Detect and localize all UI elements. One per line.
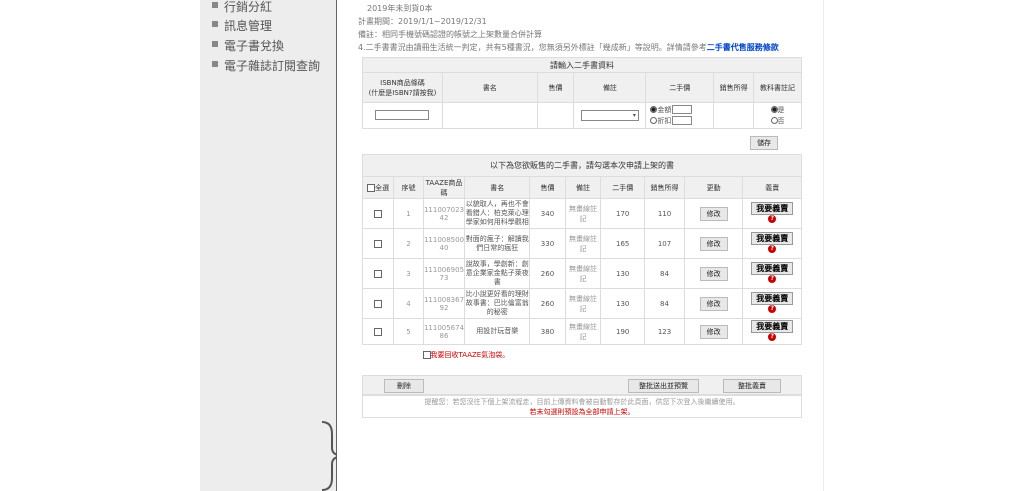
header-used-price: 二手價 [645,72,715,103]
header-edit: 更動 [683,176,744,199]
bullet-icon [212,41,218,47]
edit-button[interactable]: 修改 [699,324,728,339]
bullet-icon [212,21,218,27]
select-all-checkbox[interactable] [367,183,376,192]
listing-table: 以下為您欲販售的二手書，請勾選本次申請上架的書 全選 序號 TAAZE商品碼 書… [361,154,802,365]
edit-button[interactable]: 修改 [699,296,728,311]
terms-link[interactable]: 二手書代售服務條款 [707,43,779,52]
sidebar: 行銷分紅 訊息管理 電子書兌換 電子雜誌訂閱查詢 [202,0,336,491]
sell-button[interactable]: 我要義賣 [751,262,794,275]
edit-button[interactable]: 修改 [699,236,728,251]
recycle-label: 我要回收TAAZE氣泡袋。 [430,350,510,359]
header-income: 銷售所得 [713,72,755,103]
sell-button[interactable]: 我要義賣 [751,292,794,305]
header-no: 序號 [393,176,424,199]
table-row: 2 11100850040 對面的瘋子：解讀我們日常的瘋狂 330 無畫線註記 … [361,228,802,259]
header-isbn[interactable]: ISBN商品條碼 (什麼是ISBN?請按我) [362,72,443,103]
chevron-down-icon: ▾ [632,112,636,119]
table-row: 3 11100690573 說故事，學創新：創意企業家金點子萊夜書 260 無畫… [361,258,802,289]
info-condition: 4.二手書書況由讀冊生活統一判定，共有5種書況，您無須另外標註「幾成新」等說明。… [358,43,779,52]
row-checkbox[interactable] [374,299,383,308]
note-select[interactable]: ▾ [580,110,639,121]
help-icon[interactable]: ? [768,245,777,253]
reminder-red-text: 若未勾選則預設為全部申請上架。 [529,408,635,416]
row-checkbox[interactable] [374,209,383,218]
help-icon[interactable]: ? [768,215,777,223]
entry-form-table: 請輸入二手書資料 ISBN商品條碼 (什麼是ISBN?請按我) 書名 售價 備註… [362,57,802,129]
radio-textbook-yes[interactable] [770,106,778,113]
batch-submit-button[interactable]: 整批送出並預覽 [628,379,699,393]
header-name: 書名 [441,72,538,103]
sidebar-item-messages[interactable]: 訊息管理 [212,17,272,34]
radio-textbook-no[interactable] [770,117,778,124]
header-code: TAAZE商品碼 [422,176,466,199]
batch-sell-button[interactable]: 整批義賣 [723,379,781,393]
row-checkbox[interactable] [374,269,383,278]
header-sell: 義賣 [742,176,802,199]
entry-form-title: 請輸入二手書資料 [362,57,802,73]
action-bar: 刪除 整批送出並預覽 整批義賣 [362,375,802,395]
discount-input[interactable] [672,116,693,125]
reminder-box: 提醒您：若您沒往下個上架流程走，目前上傳資料會被自動暫存於此頁面，供您下次登入後… [362,395,802,418]
header-note: 備註 [573,72,647,103]
sidebar-item-ebook-redeem[interactable]: 電子書兌換 [212,37,284,54]
main-content: 2019年未到貨0本 計畫期間：2019/1/1~2019/12/31 備註：相… [337,0,823,491]
edit-button[interactable]: 修改 [699,206,728,221]
table-row: 4 11100836792 比小說更好看的理財故事書：巴比倫富翁的秘密 260 … [361,288,802,319]
header-note: 備註 [564,176,602,199]
help-icon[interactable]: ? [768,275,777,283]
info-period: 計畫期間：2019/1/1~2019/12/31 [358,17,487,26]
help-icon[interactable]: ? [768,305,777,313]
row-checkbox[interactable] [374,327,383,336]
row-checkbox[interactable] [374,239,383,248]
sidebar-item-emagazine[interactable]: 電子雜誌訂閱查詢 [212,57,320,74]
help-icon[interactable]: ? [768,333,777,341]
info-unarrived: 2019年未到貨0本 [367,4,433,13]
sell-button[interactable]: 我要義賣 [751,232,794,245]
bullet-icon [212,61,218,67]
save-button[interactable]: 儲存 [750,136,778,150]
header-income: 銷售所得 [644,176,685,199]
header-used-price: 二手價 [600,176,646,199]
amount-input[interactable] [672,105,693,114]
isbn-input[interactable] [375,109,430,120]
header-book-name: 書名 [464,176,531,199]
header-price: 售價 [529,176,566,199]
sell-button[interactable]: 我要義賣 [751,320,794,333]
table-row: 1 11100702342 以貌取人，再也不會看錯人：柏克萊心理學家如何用科學觀… [361,198,802,229]
recycle-checkbox[interactable] [422,350,431,359]
header-textbook: 教科書註記 [753,72,802,103]
info-note: 備註：相同手機號碼認證的帳號之上架數量合併計算 [358,30,542,39]
bullet-icon [212,2,218,8]
sidebar-item-marketing[interactable]: 行銷分紅 [212,0,272,15]
delete-button[interactable]: 刪除 [384,379,424,393]
listing-title: 以下為您欲販售的二手書，請勾選本次申請上架的書 [362,154,802,177]
edit-button[interactable]: 修改 [699,266,728,281]
reminder-text: 提醒您：若您沒往下個上架流程走，目前上傳資料會被自動暫存於此頁面，供您下次登入後… [424,398,740,406]
header-price: 售價 [536,72,575,103]
table-row: 5 11100567486 用設計玩音樂 380 無畫線註記 190 123 修… [361,318,802,345]
sell-button[interactable]: 我要義賣 [751,202,794,215]
